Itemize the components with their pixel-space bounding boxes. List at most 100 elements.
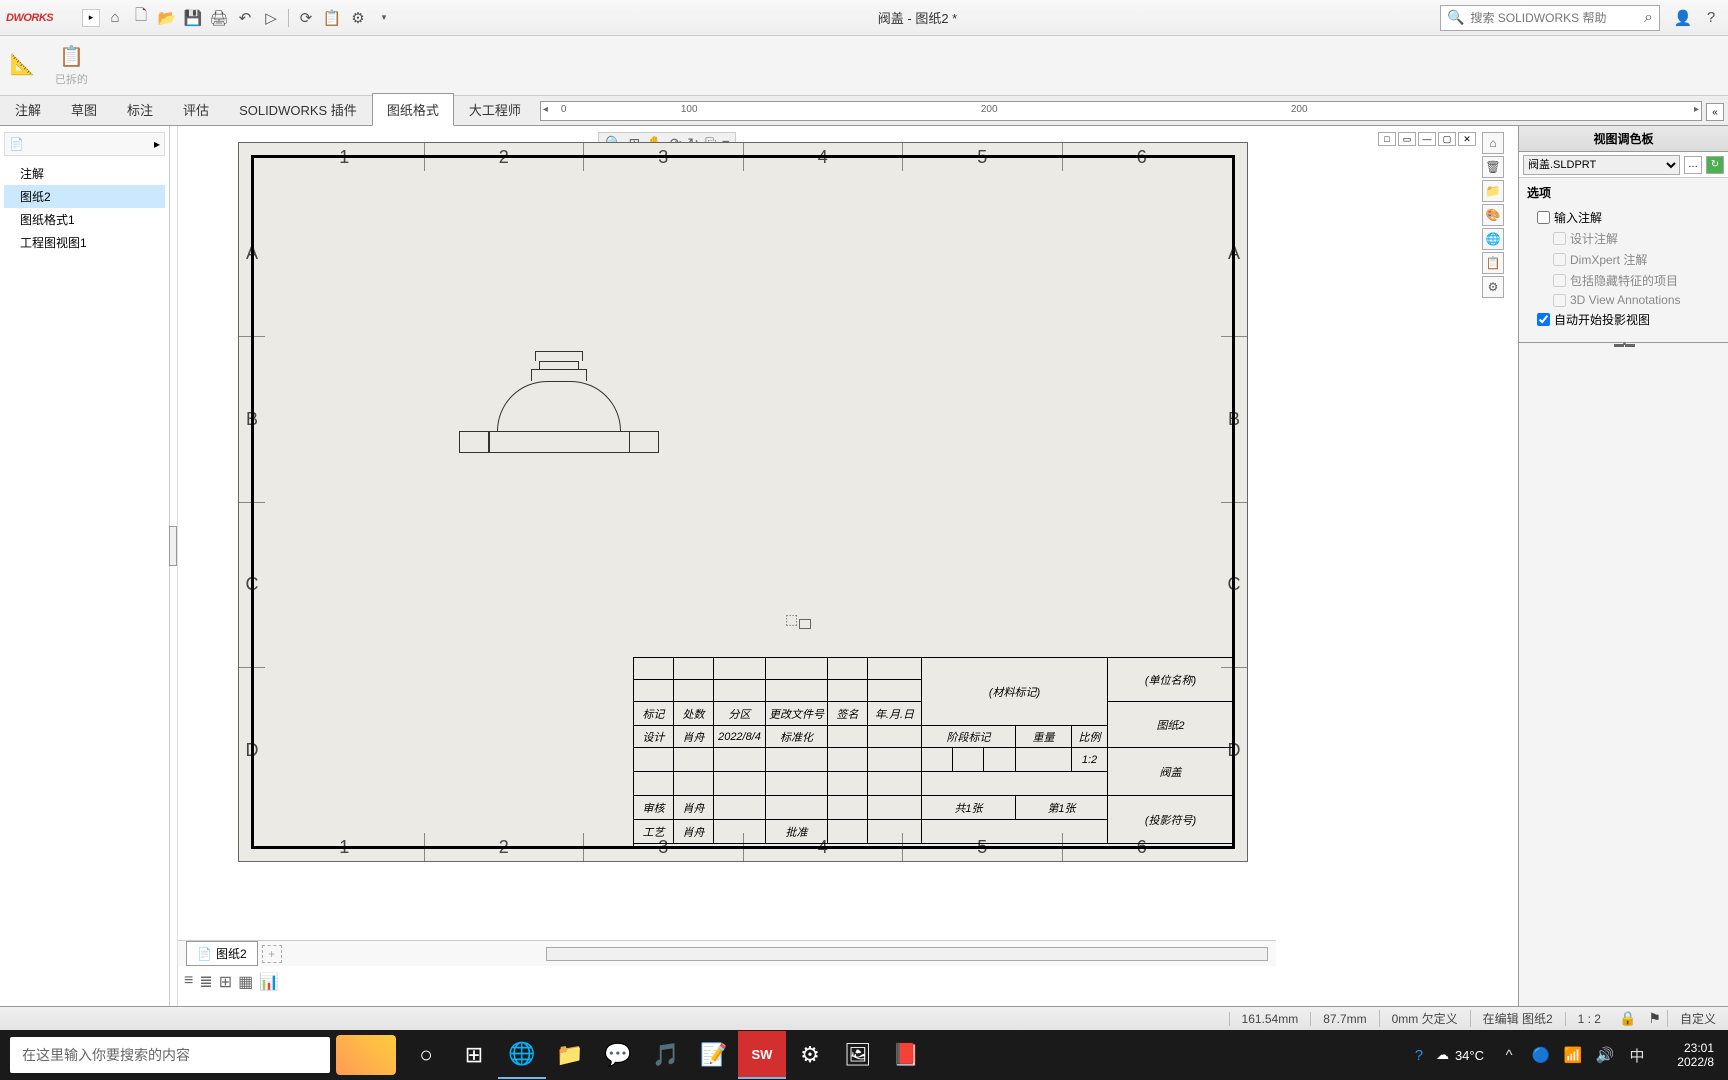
taskpane-lib-icon[interactable]: 🗑 — [1482, 156, 1504, 178]
app-menu-btn[interactable]: ▸ — [82, 9, 100, 27]
help-search-input[interactable] — [1470, 11, 1638, 25]
tab-sketch[interactable]: 草图 — [56, 93, 112, 125]
horizontal-scrollbar[interactable] — [546, 947, 1268, 961]
tab-engineer[interactable]: 大工程师 — [454, 93, 536, 125]
taskbar-widget[interactable] — [336, 1035, 396, 1075]
status-lock-icon[interactable]: 🔒 — [1613, 1010, 1642, 1027]
tree-item-view1[interactable]: 工程图视图1 — [4, 231, 165, 254]
tb-tray-sync[interactable]: 🔵 — [1526, 1031, 1556, 1079]
tree-item-format1[interactable]: 图纸格式1 — [4, 208, 165, 231]
taskpane-home-icon[interactable]: ⌂ — [1482, 132, 1504, 154]
new-icon[interactable]: 🗋 — [130, 7, 152, 29]
status-custom[interactable]: 自定义 — [1667, 1010, 1728, 1027]
bi-1[interactable]: ≡ — [184, 972, 193, 992]
options-icon[interactable]: 📋 — [321, 7, 343, 29]
rpanel-title: 视图调色板 — [1519, 126, 1728, 152]
drawing-view-1[interactable] — [459, 323, 659, 453]
tab-sheet-format[interactable]: 图纸格式 — [372, 93, 454, 126]
status-scale[interactable]: 1 : 2 — [1565, 1012, 1613, 1026]
tb-help-icon[interactable]: ? — [1404, 1031, 1434, 1079]
tree-item-sheet2[interactable]: 图纸2 — [4, 185, 165, 208]
taskpane-file-icon[interactable]: 📁 — [1482, 180, 1504, 202]
tb-clock[interactable]: 23:012022/8 — [1654, 1037, 1722, 1073]
tb-tray-net[interactable]: 📶 — [1558, 1031, 1588, 1079]
help-icon[interactable]: ? — [1700, 7, 1722, 29]
tb-photos[interactable]: 🖼 — [834, 1031, 882, 1079]
status-bar: 161.54mm 87.7mm 0mm 欠定义 在编辑 图纸2 1 : 2 🔒 … — [0, 1006, 1728, 1030]
taskpane-clip-icon[interactable]: 📋 — [1482, 252, 1504, 274]
win-tile-icon[interactable]: □ — [1378, 132, 1396, 146]
drawing-sheet: 123 456 123 456 ABCD ABCD ⬚ — [238, 142, 1248, 862]
tb-weather[interactable]: ☁ 34°C — [1436, 1047, 1484, 1063]
ribbon-item-1[interactable]: 📐 — [10, 52, 35, 79]
tb-material: (材料标记) — [922, 658, 1108, 726]
collapse-panel-btn[interactable]: « — [1706, 103, 1724, 121]
tb-explorer[interactable]: 📁 — [546, 1031, 594, 1079]
tab-addins[interactable]: SOLIDWORKS 插件 — [224, 93, 372, 125]
status-flag-icon[interactable]: ⚑ — [1642, 1010, 1667, 1027]
graphics-window-controls: □ ▭ — ▢ ✕ — [1378, 132, 1476, 146]
sheet-tab-2[interactable]: 📄 图纸2 — [186, 941, 258, 966]
bi-4[interactable]: ▦ — [238, 972, 253, 992]
taskpane-gear-icon[interactable]: ⚙ — [1482, 276, 1504, 298]
bi-5[interactable]: 📊 — [259, 972, 279, 992]
rebuild-icon[interactable]: ⟳ — [295, 7, 317, 29]
add-sheet-btn[interactable]: + — [262, 945, 282, 963]
taskpane-appear-icon[interactable]: 🎨 — [1482, 204, 1504, 226]
tab-annotation[interactable]: 注解 — [0, 93, 56, 125]
tab-dimension[interactable]: 标注 — [112, 93, 168, 125]
tree-item-anno[interactable]: 注解 — [4, 162, 165, 185]
undo-icon[interactable]: ↶ — [234, 7, 256, 29]
settings-icon[interactable]: ⚙ — [347, 7, 369, 29]
tb-reader[interactable]: 📕 — [882, 1031, 930, 1079]
home-icon[interactable]: ⌂ — [104, 7, 126, 29]
tab-evaluate[interactable]: 评估 — [168, 93, 224, 125]
tb-music[interactable]: 🎵 — [642, 1031, 690, 1079]
tb-wechat[interactable]: 💬 — [594, 1031, 642, 1079]
save-icon[interactable]: 💾 — [182, 7, 204, 29]
tb-solidworks[interactable]: SW — [738, 1031, 786, 1079]
tb-cortana[interactable]: ○ — [402, 1031, 450, 1079]
sheet-icon: 📄 — [197, 947, 212, 961]
splitter[interactable] — [170, 126, 178, 1006]
windows-taskbar: 在这里输入你要搜索的内容 ○ ⊞ 🌐 📁 💬 🎵 📝 SW ⚙ 🖼 📕 ? ☁ … — [0, 1030, 1728, 1080]
print-icon[interactable]: 🖨 — [208, 7, 230, 29]
rpanel-refresh-btn[interactable]: ↻ — [1706, 156, 1724, 174]
help-search-box[interactable]: 🔍 ⌕ — [1440, 5, 1660, 31]
tb-tray-vol[interactable]: 🔊 — [1590, 1031, 1620, 1079]
feature-tree: 📄▸ 注解 图纸2 图纸格式1 工程图视图1 — [0, 126, 170, 1006]
rpanel-file-select[interactable]: 阀盖.SLDPRT — [1523, 155, 1680, 175]
tb-notes[interactable]: 📝 — [690, 1031, 738, 1079]
select-icon[interactable]: ▷ — [260, 7, 282, 29]
dropdown-icon[interactable]: ▾ — [373, 7, 395, 29]
cb-import-anno[interactable]: 输入注解 — [1527, 207, 1720, 228]
cb-3d-anno: 3D View Annotations — [1527, 291, 1720, 309]
tb-edge[interactable]: 🌐 — [498, 1031, 546, 1079]
cb-auto-project[interactable]: 自动开始投影视图 — [1527, 309, 1720, 330]
taskbar-search[interactable]: 在这里输入你要搜索的内容 — [10, 1037, 330, 1073]
bi-2[interactable]: ≣ — [199, 972, 212, 992]
tree-header[interactable]: 📄▸ — [4, 132, 165, 156]
win-close-icon[interactable]: ✕ — [1458, 132, 1476, 146]
search-icon: 🔍 — [1447, 9, 1464, 26]
ribbon-item-2[interactable]: 📋已拆的 — [55, 44, 88, 87]
view-palette-panel: 视图调色板 阀盖.SLDPRT … ↻ 选项 输入注解 设计注解 DimXper… — [1518, 126, 1728, 1006]
tb-tray-ime[interactable]: 中 — [1622, 1031, 1652, 1079]
win-min-icon[interactable]: — — [1418, 132, 1436, 146]
open-icon[interactable]: 📂 — [156, 7, 178, 29]
drawing-canvas[interactable]: 🔍 ⊞ ✋ ⟳ ↻ ⎘ ▾ □ ▭ — ▢ ✕ ⌂ 🗑 📁 🎨 🌐 📋 ⚙ — [178, 126, 1518, 1006]
rpanel-browse-btn[interactable]: … — [1684, 156, 1702, 174]
tb-taskview[interactable]: ⊞ — [450, 1031, 498, 1079]
tb-settings[interactable]: ⚙ — [786, 1031, 834, 1079]
tb-tray-up[interactable]: ^ — [1494, 1031, 1524, 1079]
win-cascade-icon[interactable]: ▭ — [1398, 132, 1416, 146]
taskpane-prop-icon[interactable]: 🌐 — [1482, 228, 1504, 250]
status-mode: 在编辑 图纸2 — [1470, 1010, 1565, 1027]
bi-3[interactable]: ⊞ — [219, 972, 232, 992]
title-block[interactable]: (材料标记) (单位名称) 标记处数分区更改文件号签名年.月.日 图纸2 设计肖… — [633, 657, 1233, 847]
bottom-icon-row: ≡ ≣ ⊞ ▦ 📊 — [178, 972, 285, 992]
user-icon[interactable]: 👤 — [1672, 7, 1694, 29]
search-go-icon[interactable]: ⌕ — [1644, 9, 1653, 27]
sheet-tab-bar: 📄 图纸2 + — [178, 940, 1276, 966]
win-max-icon[interactable]: ▢ — [1438, 132, 1456, 146]
